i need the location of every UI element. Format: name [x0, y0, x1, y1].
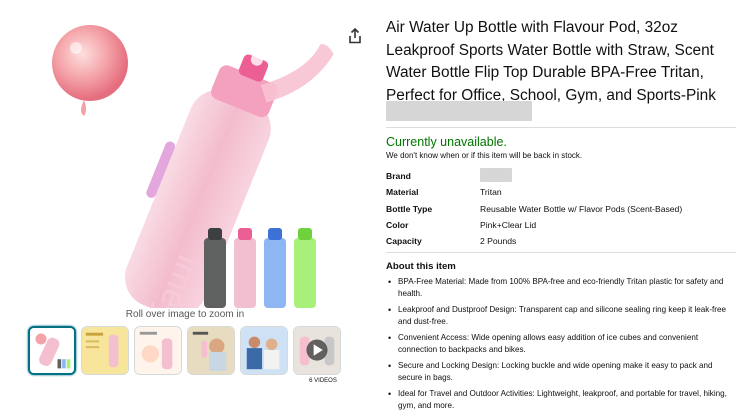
play-icon[interactable]: [306, 339, 328, 361]
spec-value: Reusable Water Bottle w/ Flavor Pods (Sc…: [480, 203, 683, 214]
thumbnail-main-bottle[interactable]: [28, 326, 76, 375]
spec-value: Tritan: [480, 187, 502, 198]
spec-value: Pink+Clear Lid: [480, 220, 537, 231]
list-item: Leakproof and Dustproof Design: Transpar…: [386, 304, 738, 329]
about-heading: About this item: [386, 261, 456, 272]
thumbnail-videos[interactable]: [293, 326, 341, 375]
byline-placeholder: [386, 101, 532, 121]
spec-row-material: Material Tritan: [386, 184, 736, 200]
spec-key: Color: [386, 220, 409, 231]
main-product-image[interactable]: lmey: [18, 8, 348, 331]
list-item: Convenient Access: Wide opening allows e…: [386, 332, 738, 357]
spec-row-brand: Brand: [386, 168, 736, 184]
spec-key: Material: [386, 187, 419, 198]
spec-key: Brand: [386, 171, 411, 182]
spec-value: 2 Pounds: [480, 236, 517, 247]
spec-key: Capacity: [386, 236, 422, 247]
divider: [386, 127, 736, 128]
video-count-label: 6 VIDEOS: [309, 378, 337, 384]
about-bullet-list: BPA-Free Material: Made from 100% BPA-fr…: [386, 276, 738, 414]
share-icon[interactable]: [348, 27, 362, 44]
divider: [386, 252, 736, 253]
zoom-hint: Roll over image to zoom in: [125, 309, 245, 320]
spec-value: [480, 168, 736, 184]
thumbnail-strip: [28, 326, 341, 375]
availability-status: Currently unavailable.: [386, 135, 507, 149]
spec-key: Bottle Type: [386, 203, 433, 214]
thumbnail-bpa-free[interactable]: [134, 326, 182, 375]
color-variants-illustration: [204, 228, 316, 308]
thumbnail-lifestyle-drinking[interactable]: [187, 326, 235, 375]
list-item: BPA-Free Material: Made from 100% BPA-fr…: [386, 276, 738, 301]
stock-note: We don't know when or if this item will …: [386, 151, 583, 160]
spec-row-capacity: Capacity 2 Pounds: [386, 233, 736, 249]
product-spec-table: Brand Material Tritan Bottle Type Reusab…: [386, 168, 736, 249]
list-item: Ideal for Travel and Outdoor Activities:…: [386, 388, 738, 413]
thumbnail-features[interactable]: [81, 326, 129, 375]
peach-flavour-illustration: [52, 25, 128, 116]
list-item: Secure and Locking Design: Locking buckl…: [386, 360, 738, 385]
brand-placeholder: [480, 168, 512, 183]
spec-row-color: Color Pink+Clear Lid: [386, 217, 736, 233]
product-title: Air Water Up Bottle with Flavour Pod, 32…: [386, 19, 716, 104]
thumbnail-people[interactable]: [240, 326, 288, 375]
spec-row-bottle-type: Bottle Type Reusable Water Bottle w/ Fla…: [386, 201, 736, 217]
